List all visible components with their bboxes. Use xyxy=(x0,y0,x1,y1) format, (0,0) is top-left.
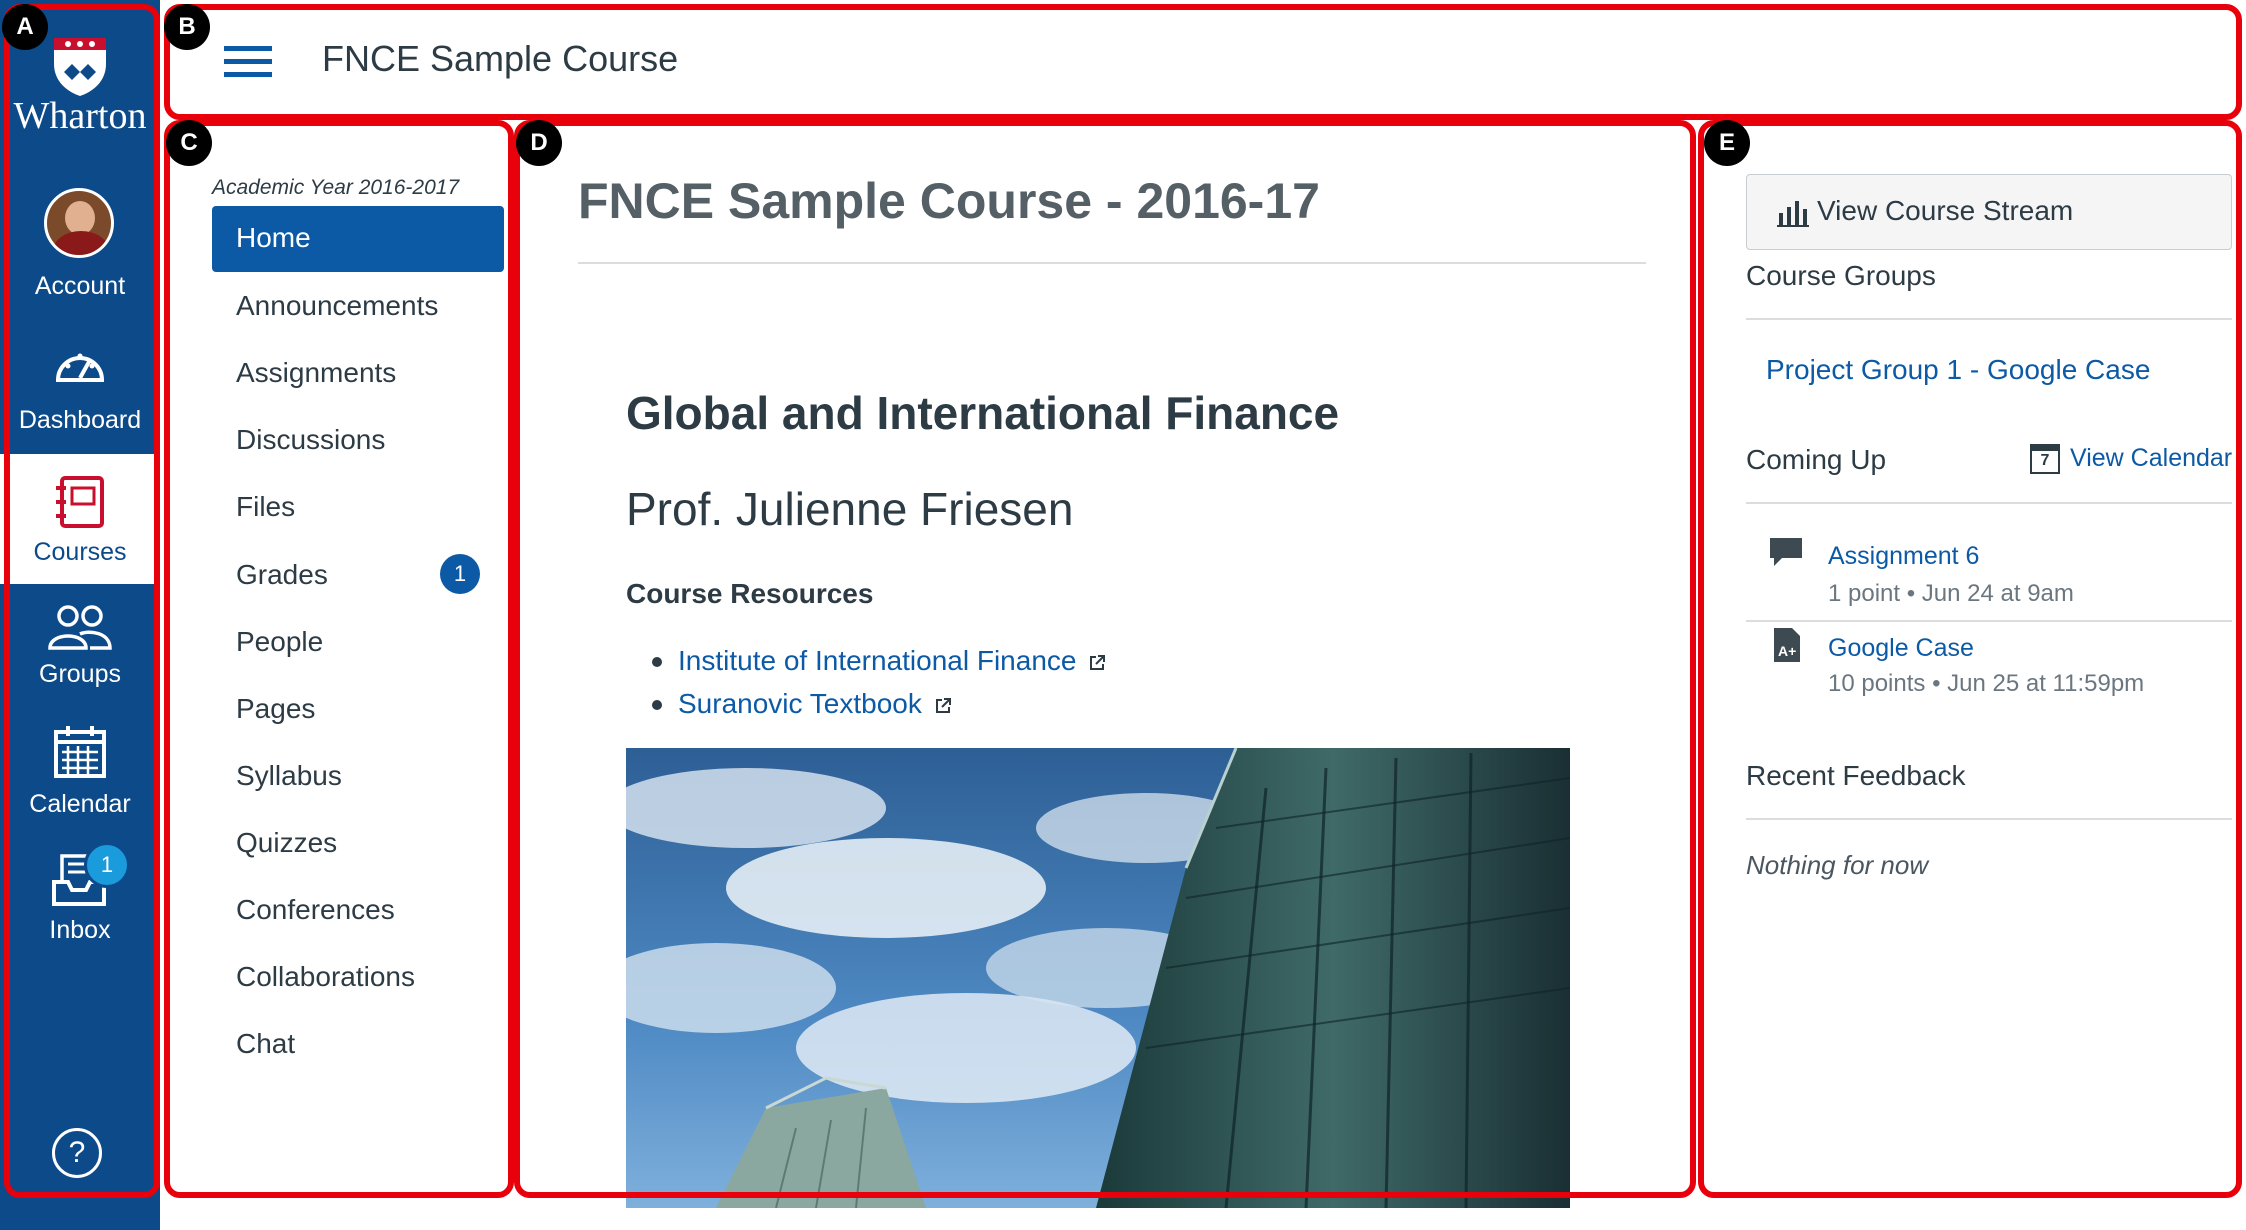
callout-marker-e: E xyxy=(1704,120,1750,166)
callout-box-header xyxy=(164,4,2242,120)
callout-marker-d: D xyxy=(516,120,562,166)
callout-box-course-nav xyxy=(164,120,514,1198)
callout-box-sidebar xyxy=(1698,120,2242,1198)
callout-box-content xyxy=(514,120,1696,1198)
callout-marker-b: B xyxy=(164,4,210,50)
callout-marker-c: C xyxy=(166,120,212,166)
callout-box-global-nav xyxy=(4,4,160,1198)
callout-marker-a: A xyxy=(2,4,48,50)
